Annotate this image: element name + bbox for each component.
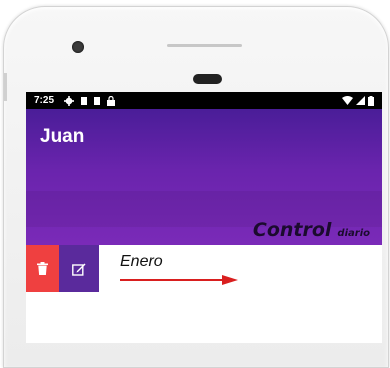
delete-button[interactable] <box>26 245 59 292</box>
status-bar: 7:25 <box>26 92 382 109</box>
side-button <box>4 73 7 101</box>
page-title: Juan <box>40 126 85 147</box>
month-label: Enero <box>120 253 163 270</box>
list-item[interactable]: Enero <box>26 245 382 292</box>
app-header: Juan Control diario <box>26 109 382 245</box>
camera-icon <box>72 41 84 53</box>
brand-sub: diario <box>337 228 370 239</box>
signal-icon <box>356 96 365 105</box>
battery-icon <box>368 95 374 106</box>
swipe-arrow-icon <box>120 275 238 285</box>
app-screen: 7:25 Juan Control diario Enero <box>26 92 382 343</box>
brand-main: Control <box>252 219 332 241</box>
sim-icon <box>94 96 101 105</box>
wifi-icon <box>342 96 353 105</box>
sim-icon <box>81 96 88 105</box>
edit-icon <box>72 263 86 276</box>
speaker-line <box>167 44 242 47</box>
trash-icon <box>37 262 48 275</box>
earpiece-speaker <box>193 74 222 84</box>
edit-button[interactable] <box>59 245 99 292</box>
lock-icon <box>107 95 116 106</box>
brand-text: Control diario <box>253 219 370 241</box>
status-time: 7:25 <box>34 95 55 106</box>
gear-icon <box>64 95 75 106</box>
